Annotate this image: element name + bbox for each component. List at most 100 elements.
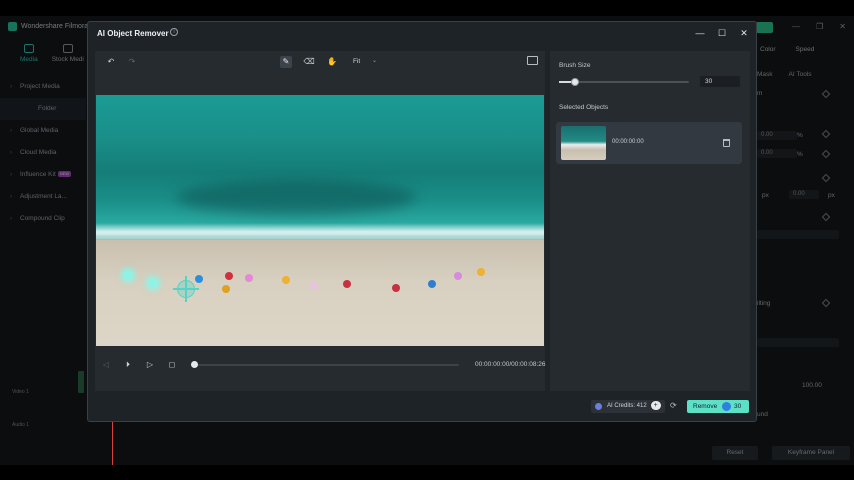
selected-object-mask — [149, 279, 157, 287]
reset-button[interactable]: Reset — [712, 446, 758, 460]
object-thumbnail — [561, 126, 606, 160]
reef-shadow — [176, 180, 416, 215]
blend-mode-field[interactable] — [757, 230, 839, 239]
ai-credits-icon — [595, 403, 602, 410]
add-credits-icon[interactable]: + — [650, 400, 661, 410]
beach-umbrella — [392, 284, 400, 292]
maximize-icon[interactable]: ☐ — [715, 26, 729, 40]
keyframe-icon[interactable] — [821, 212, 831, 222]
remove-button[interactable]: Remove 30 — [687, 400, 749, 413]
previous-frame-icon[interactable]: ◁ — [101, 360, 111, 370]
refresh-icon[interactable]: ⟳ — [670, 401, 680, 411]
ai-credit-icon — [722, 402, 731, 411]
ai-credits-label: AI Credits: 412 — [607, 403, 647, 409]
app-title: Wondershare Filmora — [8, 22, 88, 31]
sidebar-item-global-media[interactable]: Global Media — [0, 120, 86, 142]
video-preview[interactable] — [96, 95, 544, 346]
zoom-fit-select[interactable]: Fit ⌄ — [349, 55, 380, 68]
object-time: 00:00:00:00 — [612, 139, 644, 145]
stop-icon[interactable]: ◻ — [167, 360, 177, 370]
app-window-controls: — ❐ ✕ — [792, 22, 846, 31]
unit-label: % — [797, 132, 803, 139]
property-text: und — [757, 411, 768, 418]
selected-object-item[interactable]: 00:00:00:00 — [556, 122, 742, 164]
undo-icon[interactable]: ↶ — [105, 56, 117, 68]
sidebar-item-influence-kit[interactable]: Influence KitNEW — [0, 164, 86, 186]
sidebar-item-adjustment-layer[interactable]: Adjustment La... — [0, 186, 86, 208]
redo-icon[interactable]: ↷ — [126, 56, 138, 68]
preview-area: ↶ ↷ ✎ ⌫ ✋ Fit ⌄ ◁ ⏵ ▷ ◻ 00:00:00:00/00:0… — [95, 51, 545, 391]
play-icon[interactable]: ▷ — [145, 360, 155, 370]
selected-object-mask — [124, 271, 132, 279]
tab-stock-media[interactable]: Stock Medi — [52, 44, 84, 63]
unit-label: px — [762, 192, 769, 199]
beach-umbrella — [225, 272, 233, 280]
new-badge: NEW — [57, 171, 72, 178]
app-minimize-icon[interactable]: — — [792, 22, 800, 31]
position-x-field[interactable]: 0.00 — [757, 131, 797, 140]
brush-size-label: Brush Size — [559, 62, 591, 69]
beach-umbrella — [454, 272, 462, 280]
brush-cursor-icon — [173, 276, 199, 302]
keyframe-icon[interactable] — [821, 129, 831, 139]
progress-track[interactable] — [194, 364, 459, 366]
brush-size-input[interactable]: 30 — [700, 76, 740, 87]
play-from-start-icon[interactable]: ⏵ — [123, 360, 133, 370]
letterbox-top — [0, 0, 854, 16]
beach-umbrella — [477, 268, 485, 276]
beach-umbrella — [343, 280, 351, 288]
unit-label: % — [797, 151, 803, 158]
letterbox-bottom — [0, 465, 854, 480]
trash-icon[interactable] — [723, 139, 730, 147]
sidebar-item-folder[interactable]: Folder — [0, 98, 86, 120]
playback-controls: ◁ ⏵ ▷ ◻ 00:00:00:00/00:00:08:26 — [95, 353, 546, 377]
tab-ai-tools[interactable]: AI Tools — [789, 71, 812, 78]
audio-track-label: Audio 1 — [12, 422, 29, 428]
brush-size-knob[interactable] — [571, 78, 579, 86]
beach-umbrella — [282, 276, 290, 284]
export-button[interactable] — [756, 22, 773, 33]
media-sidebar: Project Media Folder Global Media Cloud … — [0, 76, 86, 230]
rotation-field[interactable]: 0.00 — [789, 190, 819, 199]
media-icon — [23, 44, 34, 53]
progress-knob[interactable] — [191, 361, 198, 368]
sidebar-item-cloud-media[interactable]: Cloud Media — [0, 142, 86, 164]
property-text: m — [757, 90, 763, 97]
tab-color[interactable]: Color — [760, 46, 776, 53]
stock-media-icon — [62, 44, 73, 53]
dropdown-field[interactable] — [757, 338, 839, 347]
sidebar-item-compound-clip[interactable]: Compound Clip — [0, 208, 86, 230]
brush-icon[interactable]: ✎ — [280, 56, 292, 68]
remove-cost: 30 — [734, 403, 742, 410]
keyframe-icon[interactable] — [821, 89, 831, 99]
eraser-icon[interactable]: ⌫ — [303, 56, 315, 68]
app-close-icon[interactable]: ✕ — [839, 22, 846, 31]
beach-umbrella — [310, 282, 318, 290]
tab-speed[interactable]: Speed — [796, 46, 815, 53]
video-clip[interactable] — [78, 371, 84, 393]
keyframe-panel-button[interactable]: Keyframe Panel — [772, 446, 850, 460]
tab-media[interactable]: Media — [20, 44, 38, 63]
info-icon[interactable]: i — [170, 28, 178, 36]
remove-button-label: Remove — [693, 403, 718, 410]
beach-umbrella — [245, 274, 253, 282]
keyframe-icon[interactable] — [821, 149, 831, 159]
app-restore-icon[interactable]: ❐ — [816, 22, 823, 31]
property-tabs: Color Speed — [760, 46, 814, 53]
ai-credits[interactable]: AI Credits: 412 + — [591, 400, 665, 413]
app-title-text: Wondershare Filmora — [21, 23, 89, 30]
property-text: ilting — [757, 300, 771, 307]
position-y-field[interactable]: 0.00 — [757, 149, 797, 158]
snapshot-icon[interactable] — [527, 56, 538, 65]
minimize-icon[interactable]: — — [693, 26, 707, 40]
slider-value: 100.00 — [802, 382, 822, 389]
close-icon[interactable]: ✕ — [737, 26, 751, 40]
tab-mask[interactable]: Mask — [757, 71, 773, 78]
tab-media-label: Media — [20, 56, 38, 63]
keyframe-icon[interactable] — [821, 173, 831, 183]
sidebar-item-project-media[interactable]: Project Media — [0, 76, 86, 98]
time-readout: 00:00:00:00/00:00:08:26 — [475, 361, 546, 368]
hand-icon[interactable]: ✋ — [326, 56, 338, 68]
keyframe-icon[interactable] — [821, 298, 831, 308]
video-track-label: Video 1 — [12, 389, 29, 395]
